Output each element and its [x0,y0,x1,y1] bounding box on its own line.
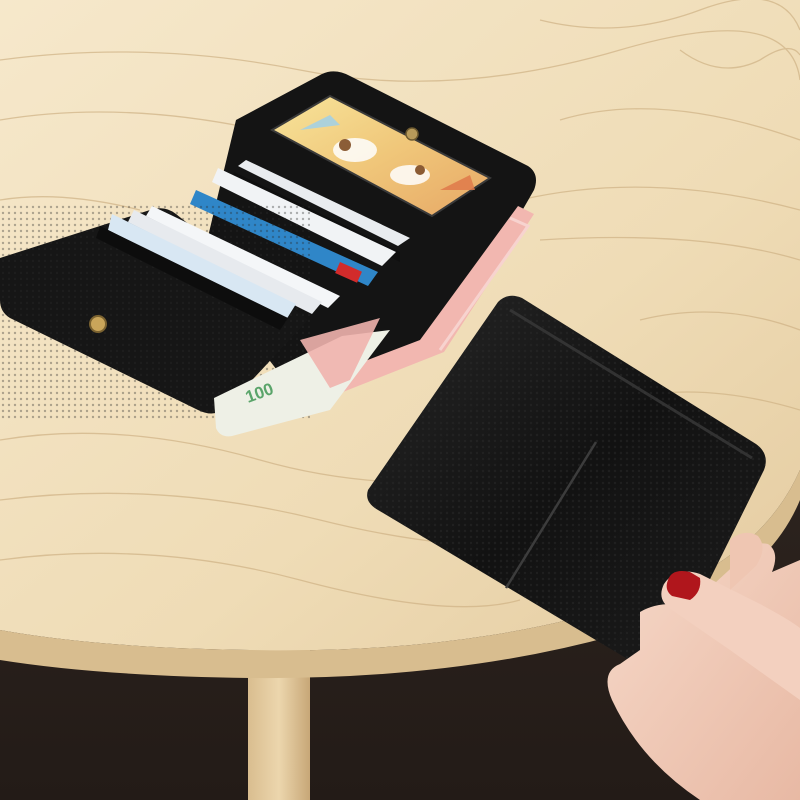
product-photo: 100 [0,0,800,800]
snap-button [405,127,419,141]
left-snap-button [89,315,107,333]
